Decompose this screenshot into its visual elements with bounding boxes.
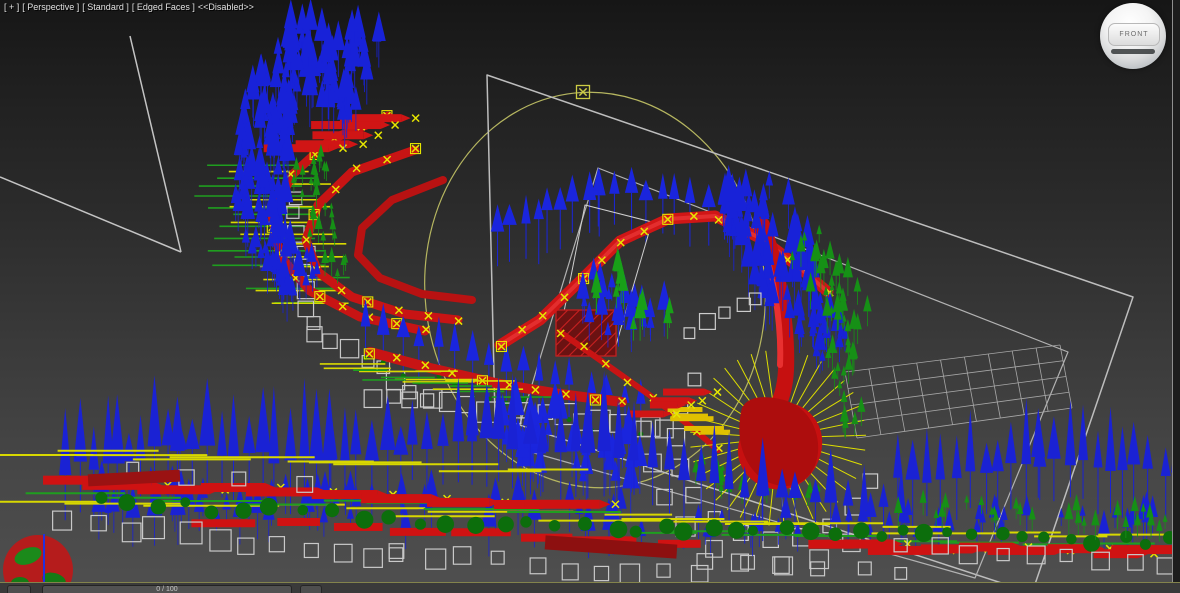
- time-slider-handle[interactable]: 0 / 100: [42, 585, 292, 593]
- viewcube-front-label: FRONT: [1119, 30, 1149, 38]
- viewport-right-border: [1172, 0, 1180, 584]
- frame-indicator: 0 / 100: [156, 586, 178, 593]
- viewport-shading-menu[interactable]: [ Edged Faces ]: [132, 2, 195, 13]
- viewport-disabled-status: <<Disabled>>: [197, 2, 254, 12]
- viewcube-bottom-edge: [1110, 48, 1156, 55]
- viewport-label: [ + ] [ Perspective ] [ Standard ] [ Edg…: [4, 2, 254, 13]
- next-frame-button[interactable]: [300, 585, 322, 593]
- time-slider-bar: 0 / 100: [0, 582, 1180, 593]
- viewport-renderer-menu[interactable]: [ Standard ]: [82, 2, 129, 13]
- max-viewport: [ + ] [ Perspective ] [ Standard ] [ Edg…: [0, 0, 1180, 593]
- viewcube[interactable]: FRONT: [1100, 3, 1166, 69]
- viewport-general-menu[interactable]: [ + ]: [4, 2, 19, 13]
- viewport-pov-menu[interactable]: [ Perspective ]: [22, 2, 79, 13]
- prev-frame-button[interactable]: [7, 585, 31, 593]
- viewcube-front-face[interactable]: FRONT: [1107, 22, 1161, 46]
- viewport-canvas[interactable]: [0, 0, 1180, 593]
